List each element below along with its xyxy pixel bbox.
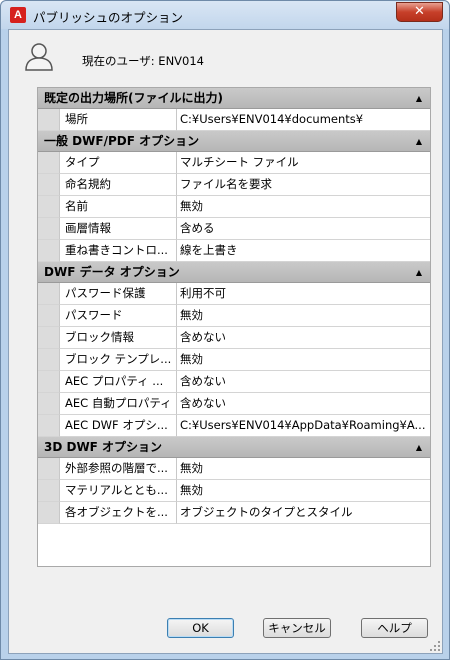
- property-row[interactable]: 場所 C:¥Users¥ENV014¥documents¥: [38, 109, 430, 131]
- row-gutter: [38, 152, 59, 174]
- row-gutter: [38, 371, 59, 393]
- property-name: AEC DWF オプシ...: [59, 415, 177, 437]
- resize-grip-icon[interactable]: [429, 640, 441, 652]
- ok-button[interactable]: OK: [167, 618, 234, 638]
- row-gutter: [38, 305, 59, 327]
- property-row[interactable]: AEC プロパティ ... 含めない: [38, 371, 430, 393]
- row-gutter: [38, 283, 59, 305]
- property-value[interactable]: 無効: [177, 305, 430, 327]
- property-value[interactable]: オブジェクトのタイプとスタイル: [177, 502, 430, 524]
- row-gutter: [38, 480, 59, 502]
- autocad-app-icon: A: [10, 7, 26, 23]
- section-title: 既定の出力場所(ファイルに出力): [44, 91, 223, 105]
- property-value[interactable]: C:¥Users¥ENV014¥AppData¥Roaming¥A...: [177, 415, 430, 437]
- section-output-location: 既定の出力場所(ファイルに出力) ▲ 場所 C:¥Users¥ENV014¥do…: [38, 88, 430, 131]
- row-gutter: [38, 458, 59, 480]
- property-name: AEC 自動プロパティ: [59, 393, 177, 415]
- property-row[interactable]: 命名規約 ファイル名を要求: [38, 174, 430, 196]
- property-value[interactable]: 無効: [177, 480, 430, 502]
- dialog-body: 現在のユーザ: ENV014 既定の出力場所(ファイルに出力) ▲ 場所 C:¥…: [8, 29, 443, 654]
- property-value[interactable]: 含めない: [177, 327, 430, 349]
- property-row[interactable]: ブロック情報 含めない: [38, 327, 430, 349]
- property-value[interactable]: 含めない: [177, 371, 430, 393]
- property-row[interactable]: AEC DWF オプシ... C:¥Users¥ENV014¥AppData¥R…: [38, 415, 430, 437]
- close-button[interactable]: ✕: [396, 2, 443, 22]
- section-dwf-data: DWF データ オプション ▲ パスワード保護 利用不可 パスワード 無効 ブロ…: [38, 262, 430, 437]
- property-value[interactable]: 無効: [177, 458, 430, 480]
- row-gutter: [38, 502, 59, 524]
- property-name: ブロック情報: [59, 327, 177, 349]
- property-value[interactable]: マルチシート ファイル: [177, 152, 430, 174]
- property-row[interactable]: 重ね書きコントロ... 線を上書き: [38, 240, 430, 262]
- row-gutter: [38, 393, 59, 415]
- row-gutter: [38, 174, 59, 196]
- collapse-arrow-icon[interactable]: ▲: [416, 131, 422, 152]
- property-value[interactable]: 線を上書き: [177, 240, 430, 262]
- property-name: ブロック テンプレ...: [59, 349, 177, 371]
- row-gutter: [38, 109, 59, 131]
- section-header[interactable]: 既定の出力場所(ファイルに出力) ▲: [38, 88, 430, 109]
- property-value[interactable]: 利用不可: [177, 283, 430, 305]
- property-row[interactable]: パスワード保護 利用不可: [38, 283, 430, 305]
- property-value[interactable]: 無効: [177, 349, 430, 371]
- property-name: 名前: [59, 196, 177, 218]
- current-user-label: 現在のユーザ: ENV014: [82, 54, 204, 68]
- user-icon: [25, 43, 53, 71]
- property-row[interactable]: 名前 無効: [38, 196, 430, 218]
- row-gutter: [38, 415, 59, 437]
- section-general-dwf-pdf: 一般 DWF/PDF オプション ▲ タイプ マルチシート ファイル 命名規約 …: [38, 131, 430, 262]
- dialog-window: A パブリッシュのオプション ✕ 現在のユーザ: ENV014 既定の出力場所(…: [0, 0, 450, 660]
- collapse-arrow-icon[interactable]: ▲: [416, 437, 422, 458]
- property-row[interactable]: タイプ マルチシート ファイル: [38, 152, 430, 174]
- section-title: 一般 DWF/PDF オプション: [44, 134, 200, 148]
- property-value[interactable]: C:¥Users¥ENV014¥documents¥: [177, 109, 430, 131]
- property-name: 重ね書きコントロ...: [59, 240, 177, 262]
- property-name: マテリアルととも...: [59, 480, 177, 502]
- property-row[interactable]: 各オブジェクトを... オブジェクトのタイプとスタイル: [38, 502, 430, 524]
- property-row[interactable]: ブロック テンプレ... 無効: [38, 349, 430, 371]
- property-value[interactable]: 含める: [177, 218, 430, 240]
- property-row[interactable]: AEC 自動プロパティ 含めない: [38, 393, 430, 415]
- collapse-arrow-icon[interactable]: ▲: [416, 88, 422, 109]
- section-3d-dwf: 3D DWF オプション ▲ 外部参照の階層で... 無効 マテリアルととも..…: [38, 437, 430, 524]
- property-value[interactable]: 含めない: [177, 393, 430, 415]
- property-name: 場所: [59, 109, 177, 131]
- property-row[interactable]: パスワード 無効: [38, 305, 430, 327]
- cancel-button[interactable]: キャンセル: [263, 618, 331, 638]
- property-name: 画層情報: [59, 218, 177, 240]
- property-name: 外部参照の階層で...: [59, 458, 177, 480]
- property-name: 各オブジェクトを...: [59, 502, 177, 524]
- row-gutter: [38, 349, 59, 371]
- window-title: パブリッシュのオプション: [33, 10, 184, 25]
- property-row[interactable]: 画層情報 含める: [38, 218, 430, 240]
- property-name: AEC プロパティ ...: [59, 371, 177, 393]
- property-row[interactable]: 外部参照の階層で... 無効: [38, 458, 430, 480]
- row-gutter: [38, 196, 59, 218]
- help-button[interactable]: ヘルプ: [361, 618, 428, 638]
- property-name: 命名規約: [59, 174, 177, 196]
- property-value[interactable]: ファイル名を要求: [177, 174, 430, 196]
- collapse-arrow-icon[interactable]: ▲: [416, 262, 422, 283]
- property-name: パスワード: [59, 305, 177, 327]
- section-header[interactable]: 一般 DWF/PDF オプション ▲: [38, 131, 430, 152]
- section-title: DWF データ オプション: [44, 265, 180, 279]
- property-value[interactable]: 無効: [177, 196, 430, 218]
- property-row[interactable]: マテリアルととも... 無効: [38, 480, 430, 502]
- row-gutter: [38, 240, 59, 262]
- section-header[interactable]: DWF データ オプション ▲: [38, 262, 430, 283]
- title-bar[interactable]: A パブリッシュのオプション ✕: [1, 1, 449, 29]
- section-title: 3D DWF オプション: [44, 440, 163, 454]
- section-header[interactable]: 3D DWF オプション ▲: [38, 437, 430, 458]
- property-name: パスワード保護: [59, 283, 177, 305]
- row-gutter: [38, 218, 59, 240]
- property-name: タイプ: [59, 152, 177, 174]
- row-gutter: [38, 327, 59, 349]
- property-grid[interactable]: 既定の出力場所(ファイルに出力) ▲ 場所 C:¥Users¥ENV014¥do…: [37, 87, 431, 567]
